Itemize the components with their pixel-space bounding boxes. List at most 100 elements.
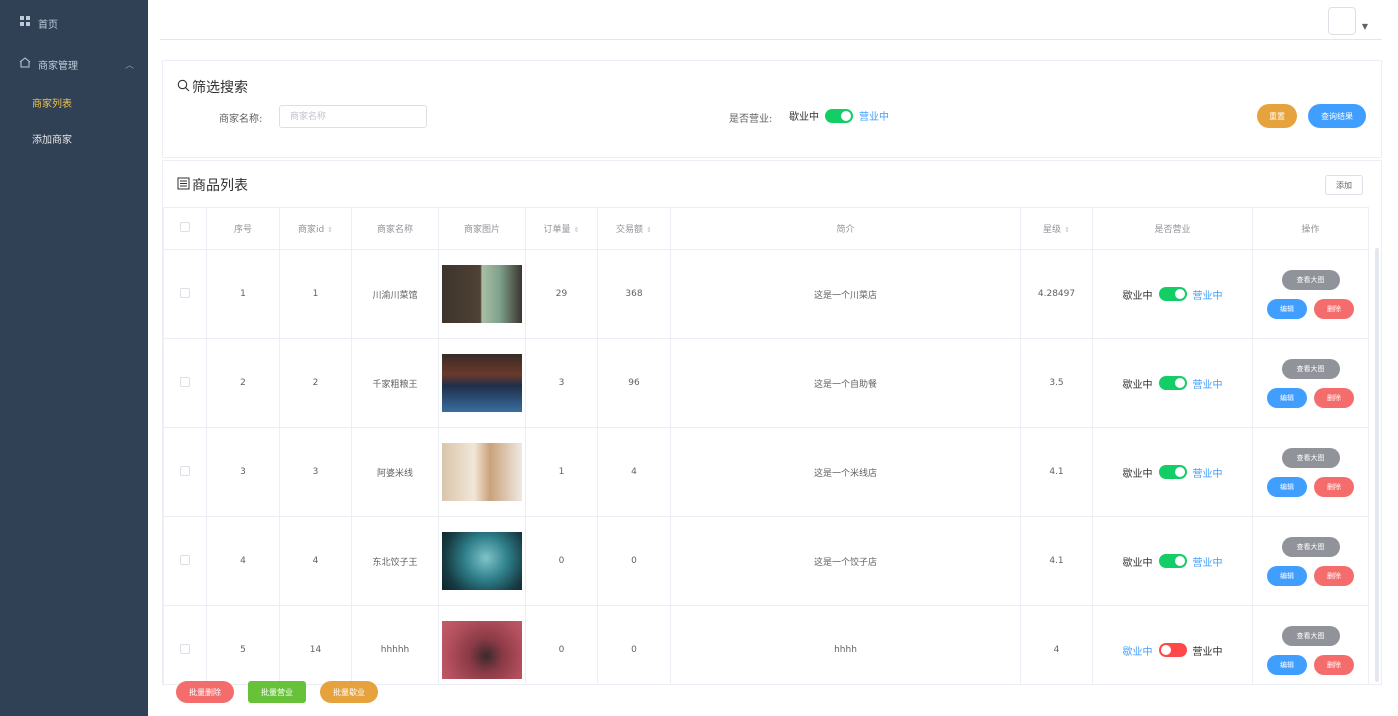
row-status-toggle[interactable] xyxy=(1158,554,1187,568)
grid-icon xyxy=(18,16,32,30)
switch-on-text: 营业中 xyxy=(1192,379,1223,391)
switch-off-text: 歇业中 xyxy=(1122,646,1153,658)
edit-button[interactable]: 编辑 xyxy=(1267,565,1307,586)
row-status-switch: 歇业中 营业中 xyxy=(1094,643,1252,658)
sort-icon[interactable]: ⇕ xyxy=(1064,226,1070,234)
view-image-button[interactable]: 查看大图 xyxy=(1281,536,1340,557)
sort-icon[interactable]: ⇕ xyxy=(327,226,333,234)
row-status-toggle[interactable] xyxy=(1158,465,1187,479)
merchant-image[interactable] xyxy=(442,443,522,501)
view-image-button[interactable]: 查看大图 xyxy=(1281,447,1340,468)
header-amount[interactable]: 交易额 ⇕ xyxy=(597,207,671,250)
row-status-toggle[interactable] xyxy=(1158,643,1187,657)
view-image-button[interactable]: 查看大图 xyxy=(1281,358,1340,379)
delete-button[interactable]: 删除 xyxy=(1314,565,1354,586)
header-id-text: 商家id xyxy=(297,225,325,235)
cell-id: 2 xyxy=(279,338,352,428)
cell-index: 1 xyxy=(206,249,280,339)
header-id[interactable]: 商家id ⇕ xyxy=(279,207,352,250)
sidebar-item-add-merchant[interactable]: 添加商家 xyxy=(0,120,148,156)
view-image-button[interactable]: 查看大图 xyxy=(1281,269,1340,290)
merchant-table: 序号 商家id ⇕ 商家名称 商家图片 订单量 ⇕ 交易额 ⇕ 简介 星级 ⇕ 是否营业… xyxy=(163,207,1369,684)
row-status-switch: 歇业中 营业中 xyxy=(1094,554,1252,569)
status-filter-switch: 歇业中 营业中 xyxy=(789,108,889,123)
header-select-all[interactable] xyxy=(163,207,207,250)
cell-orders: 0 xyxy=(525,516,598,606)
cell-index: 2 xyxy=(206,338,280,428)
house-icon xyxy=(18,57,32,71)
row-checkbox[interactable] xyxy=(180,376,190,387)
row-checkbox[interactable] xyxy=(180,643,190,654)
cell-name: 川渝川菜馆 xyxy=(351,249,439,339)
sidebar: 首页 商家管理 ︿ 商家列表 添加商家 xyxy=(0,0,148,716)
sidebar-item-home[interactable]: 首页 xyxy=(0,5,148,41)
cell-id: 4 xyxy=(279,516,352,606)
row-status-toggle[interactable] xyxy=(1158,287,1187,301)
sidebar-item-label: 商家列表 xyxy=(32,98,72,110)
cell-amount: 368 xyxy=(597,249,671,339)
delete-button[interactable]: 删除 xyxy=(1314,387,1354,408)
avatar[interactable] xyxy=(1328,7,1356,35)
merchant-image[interactable] xyxy=(442,532,522,590)
header-stars[interactable]: 星级 ⇕ xyxy=(1020,207,1093,250)
sidebar-item-merchant-list[interactable]: 商家列表 xyxy=(0,84,148,120)
row-status-switch: 歇业中 营业中 xyxy=(1094,287,1252,302)
switch-off-text: 歇业中 xyxy=(1122,290,1153,302)
cell-index: 5 xyxy=(206,605,280,684)
switch-off-text: 歇业中 xyxy=(789,112,819,123)
row-checkbox[interactable] xyxy=(180,554,190,565)
sidebar-group-label: 商家管理 xyxy=(38,60,78,72)
merchant-list-panel: 商品列表 添加 序号 商家id ⇕ 商家名称 商家图片 订单量 ⇕ 交易额 ⇕ 简介 … xyxy=(162,160,1382,685)
row-checkbox[interactable] xyxy=(180,465,190,476)
edit-button[interactable]: 编辑 xyxy=(1267,387,1307,408)
table-scrollbar[interactable] xyxy=(1375,248,1379,682)
top-header: ▼ xyxy=(160,0,1382,40)
view-image-button[interactable]: 查看大图 xyxy=(1281,625,1340,646)
reset-button[interactable]: 重置 xyxy=(1257,104,1297,128)
sidebar-group-merchant[interactable]: 商家管理 ︿ xyxy=(0,46,148,82)
table-row: 2 2 千家粗粮王 3 96 这是一个自助餐 3.5 歇业中 营业中 查看大图 编辑… xyxy=(163,338,1369,428)
merchant-name-input[interactable] xyxy=(279,105,427,128)
edit-button[interactable]: 编辑 xyxy=(1267,654,1307,675)
edit-button[interactable]: 编辑 xyxy=(1267,476,1307,497)
status-toggle[interactable] xyxy=(825,108,853,123)
cell-stars: 4.1 xyxy=(1020,427,1093,517)
header-orders-text: 订单量 xyxy=(543,225,571,235)
add-button[interactable]: 添加 xyxy=(1325,175,1363,195)
cell-intro: hhhh xyxy=(670,605,1021,684)
header-actions: 操作 xyxy=(1252,207,1369,250)
header-orders[interactable]: 订单量 ⇕ xyxy=(525,207,598,250)
cell-stars: 4.1 xyxy=(1020,516,1093,606)
bulk-close-button[interactable]: 批量歇业 xyxy=(320,681,378,703)
cell-index: 3 xyxy=(206,427,280,517)
cell-stars: 4.28497 xyxy=(1020,249,1093,339)
sort-icon[interactable]: ⇕ xyxy=(646,226,652,234)
filter-panel: 筛选搜索 商家名称: 是否营业: 歇业中 营业中 重置 查询结果 xyxy=(162,60,1382,158)
cell-orders: 3 xyxy=(525,338,598,428)
switch-off-text: 歇业中 xyxy=(1122,557,1153,569)
cell-id: 3 xyxy=(279,427,352,517)
cell-amount: 4 xyxy=(597,427,671,517)
cell-amount: 0 xyxy=(597,516,671,606)
edit-button[interactable]: 编辑 xyxy=(1267,298,1307,319)
merchant-image[interactable] xyxy=(442,621,522,679)
delete-button[interactable]: 删除 xyxy=(1314,476,1354,497)
caret-down-icon[interactable]: ▼ xyxy=(1362,22,1368,31)
bulk-delete-button[interactable]: 批量删除 xyxy=(176,681,234,703)
merchant-image[interactable] xyxy=(442,265,522,323)
cell-index: 4 xyxy=(206,516,280,606)
delete-button[interactable]: 删除 xyxy=(1314,298,1354,319)
header-name: 商家名称 xyxy=(351,207,439,250)
cell-intro: 这是一个饺子店 xyxy=(670,516,1021,606)
delete-button[interactable]: 删除 xyxy=(1314,654,1354,675)
checkbox[interactable] xyxy=(180,222,190,232)
bulk-open-button[interactable]: 批量营业 xyxy=(248,681,306,703)
cell-stars: 4 xyxy=(1020,605,1093,684)
merchant-image[interactable] xyxy=(442,354,522,412)
search-button[interactable]: 查询结果 xyxy=(1308,104,1366,128)
sort-icon[interactable]: ⇕ xyxy=(574,226,580,234)
cell-intro: 这是一个米线店 xyxy=(670,427,1021,517)
sidebar-item-home-label: 首页 xyxy=(38,19,58,31)
row-checkbox[interactable] xyxy=(180,287,190,298)
row-status-toggle[interactable] xyxy=(1158,376,1187,390)
